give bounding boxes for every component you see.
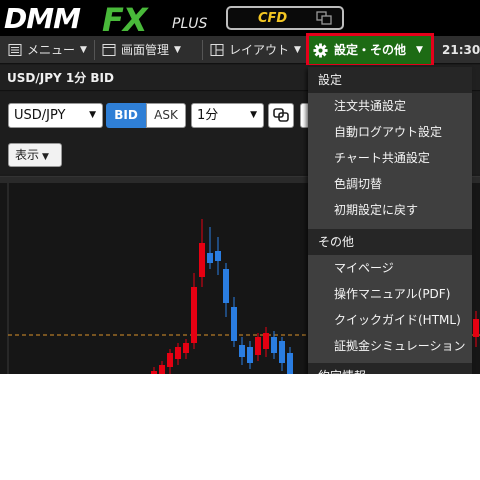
candle-body (271, 337, 277, 353)
candle-body (167, 353, 173, 367)
screen-management-button[interactable]: 画面管理 ▼ (102, 36, 181, 64)
candle-body (473, 319, 479, 337)
logo-fx-text: FX (102, 1, 148, 39)
candle-body (239, 345, 245, 357)
candle-body (231, 307, 237, 341)
link-windows-button[interactable] (268, 103, 294, 128)
menu-section-settings: 設定 (308, 67, 472, 93)
gear-icon (313, 42, 328, 58)
ask-toggle[interactable]: ASK (146, 103, 186, 128)
menu-button[interactable]: メニュー ▼ (8, 36, 87, 64)
chevron-down-icon: ▼ (174, 45, 181, 55)
menu-item-reset-defaults[interactable]: 初期設定に戻す (308, 197, 472, 223)
candle-body (191, 287, 197, 343)
candle-body (255, 337, 261, 355)
menu-item-order-settings[interactable]: 注文共通設定 (308, 93, 472, 119)
menu-item-color-theme[interactable]: 色調切替 (308, 171, 472, 197)
cfd-switch-button[interactable]: CFD (226, 6, 344, 30)
display-dropdown-button[interactable]: 表示 ▼ (8, 143, 62, 167)
brand-bar: DMM FX PLUS CFD (0, 0, 480, 39)
menu-item-quick-guide[interactable]: クイックガイド(HTML) (308, 307, 472, 333)
toolbar-divider (94, 40, 95, 60)
candle-body (215, 251, 221, 261)
candle-body (287, 353, 293, 374)
menu-item-my-page[interactable]: マイページ (308, 255, 472, 281)
screen-management-label: 画面管理 (121, 43, 170, 57)
timeframe-select[interactable]: 1分 ▼ (191, 103, 264, 128)
candle-body (151, 371, 157, 374)
candle-body (159, 365, 165, 374)
menu-button-label: メニュー (27, 43, 76, 57)
trading-app-window: DMM FX PLUS CFD メニュー ▼ 画面管理 ▼ レイアウト ▼ 設定… (0, 0, 480, 374)
bid-toggle[interactable]: BID (106, 103, 146, 128)
logo-dmm-text: DMM (4, 2, 81, 35)
display-button-label: 表示 (15, 148, 40, 162)
candle-body (175, 347, 181, 359)
logo-plus-text: PLUS (172, 16, 208, 32)
currency-pair-value: USD/JPY (14, 108, 66, 123)
menu-item-auto-logout[interactable]: 自動ログアウト設定 (308, 119, 472, 145)
candle-body (199, 243, 205, 277)
settings-dropdown-menu: 設定 注文共通設定 自動ログアウト設定 チャート共通設定 色調切替 初期設定に戻… (308, 67, 472, 374)
window-switch-icon (316, 11, 332, 25)
menu-section-trade-info: 約定情報 (308, 363, 472, 374)
layout-button[interactable]: レイアウト ▼ (210, 36, 301, 64)
layout-button-label: レイアウト (229, 43, 290, 57)
cfd-label: CFD (258, 11, 288, 26)
candle-body (223, 269, 229, 303)
candle-body (279, 341, 285, 363)
menu-item-manual-pdf[interactable]: 操作マニュアル(PDF) (308, 281, 472, 307)
window-icon (102, 44, 116, 56)
candle-body (263, 333, 269, 349)
chevron-down-icon: ▼ (80, 45, 87, 55)
menu-item-chart-settings[interactable]: チャート共通設定 (308, 145, 472, 171)
chevron-down-icon: ▼ (416, 45, 423, 55)
settings-other-label: 設定・その他 (334, 43, 407, 57)
candle-body (207, 253, 213, 263)
toolbar-divider (202, 40, 203, 60)
timeframe-value: 1分 (197, 108, 219, 123)
clock-display: 21:30 (442, 43, 480, 57)
menu-list-icon (8, 44, 22, 56)
layout-icon (210, 44, 224, 56)
candle-body (247, 347, 253, 363)
menu-item-margin-simulation[interactable]: 証拠金シミュレーション (308, 333, 472, 359)
link-windows-icon (273, 108, 289, 122)
chevron-down-icon: ▼ (250, 110, 257, 120)
menu-section-other: その他 (308, 229, 472, 255)
candle-body (183, 343, 189, 353)
chevron-down-icon: ▼ (294, 45, 301, 55)
chevron-down-icon: ▼ (89, 110, 96, 120)
chevron-down-icon: ▼ (42, 152, 49, 162)
settings-other-button[interactable]: 設定・その他 ▼ (306, 33, 434, 67)
currency-pair-select[interactable]: USD/JPY ▼ (8, 103, 103, 128)
